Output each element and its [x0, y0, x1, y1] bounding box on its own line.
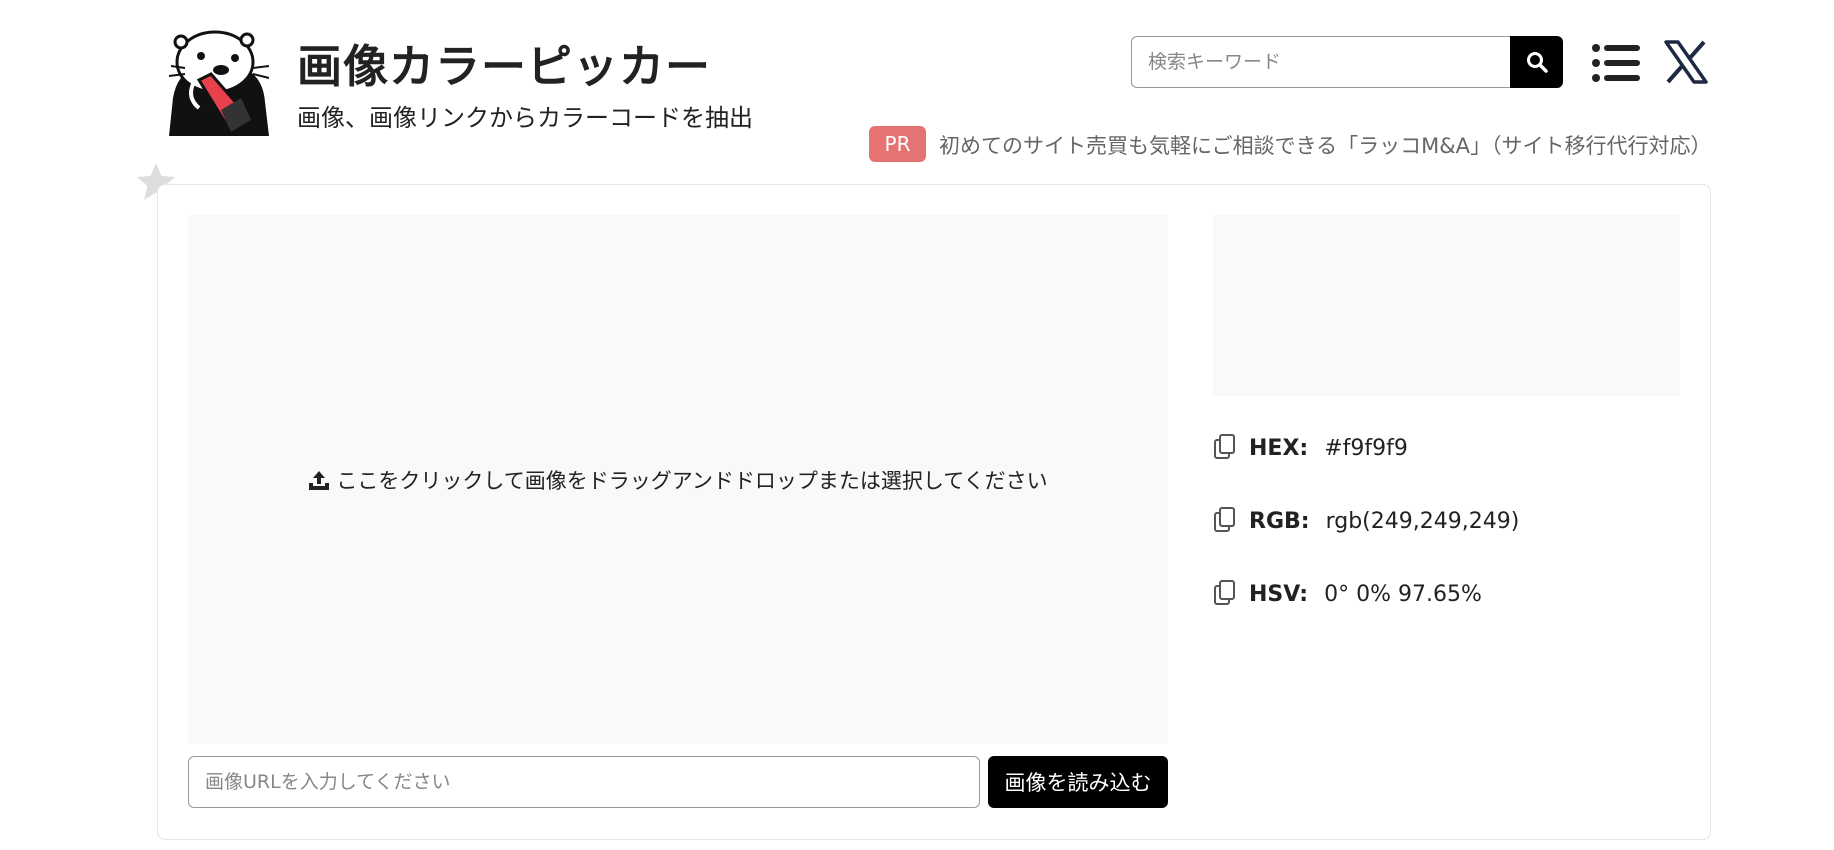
search-button[interactable] — [1510, 36, 1563, 88]
otter-logo[interactable] — [165, 28, 273, 136]
pr-badge: PR — [869, 126, 926, 162]
rgb-row: RGB: rgb(249,249,249) — [1213, 505, 1519, 537]
hsv-label: HSV: — [1249, 581, 1309, 607]
copy-hex-icon[interactable] — [1213, 433, 1239, 463]
color-swatch — [1213, 215, 1680, 396]
search-icon — [1526, 52, 1548, 73]
x-logo-icon — [1664, 40, 1708, 84]
hex-value: #f9f9f9 — [1324, 435, 1408, 461]
hsv-row: HSV: 0° 0% 97.65% — [1213, 578, 1482, 610]
x-share-button[interactable] — [1664, 40, 1708, 84]
site-title[interactable]: 画像カラーピッカー — [297, 30, 711, 95]
hsv-value: 0° 0% 97.65% — [1324, 581, 1482, 607]
image-dropzone[interactable]: ここをクリックして画像をドラッグアンドドロップまたは選択してください — [188, 215, 1168, 744]
site-subtitle: 画像、画像リンクからカラーコードを抽出 — [297, 104, 753, 132]
rgb-label: RGB: — [1249, 508, 1310, 534]
image-url-input[interactable] — [188, 756, 980, 808]
hex-label: HEX: — [1249, 435, 1309, 461]
hex-row: HEX: #f9f9f9 — [1213, 432, 1408, 464]
pr-link[interactable]: 初めてのサイト売買も気軽にご相談できる「ラッコM&A」（サイト移行代行対応） — [939, 130, 1712, 160]
search-input[interactable] — [1131, 36, 1511, 88]
copy-rgb-icon[interactable] — [1213, 506, 1239, 536]
rgb-value: rgb(249,249,249) — [1325, 508, 1520, 534]
site-header: 画像カラーピッカー 画像、画像リンクからカラーコードを抽出 PR 初めてのサイト… — [0, 0, 1834, 180]
menu-button[interactable] — [1592, 44, 1640, 82]
dropzone-text: ここをクリックして画像をドラッグアンドドロップまたは選択してください — [336, 468, 1048, 493]
menu-icon — [1592, 44, 1640, 82]
upload-icon — [309, 470, 330, 490]
copy-hsv-icon[interactable] — [1213, 579, 1239, 609]
load-image-button[interactable]: 画像を読み込む — [988, 756, 1168, 808]
